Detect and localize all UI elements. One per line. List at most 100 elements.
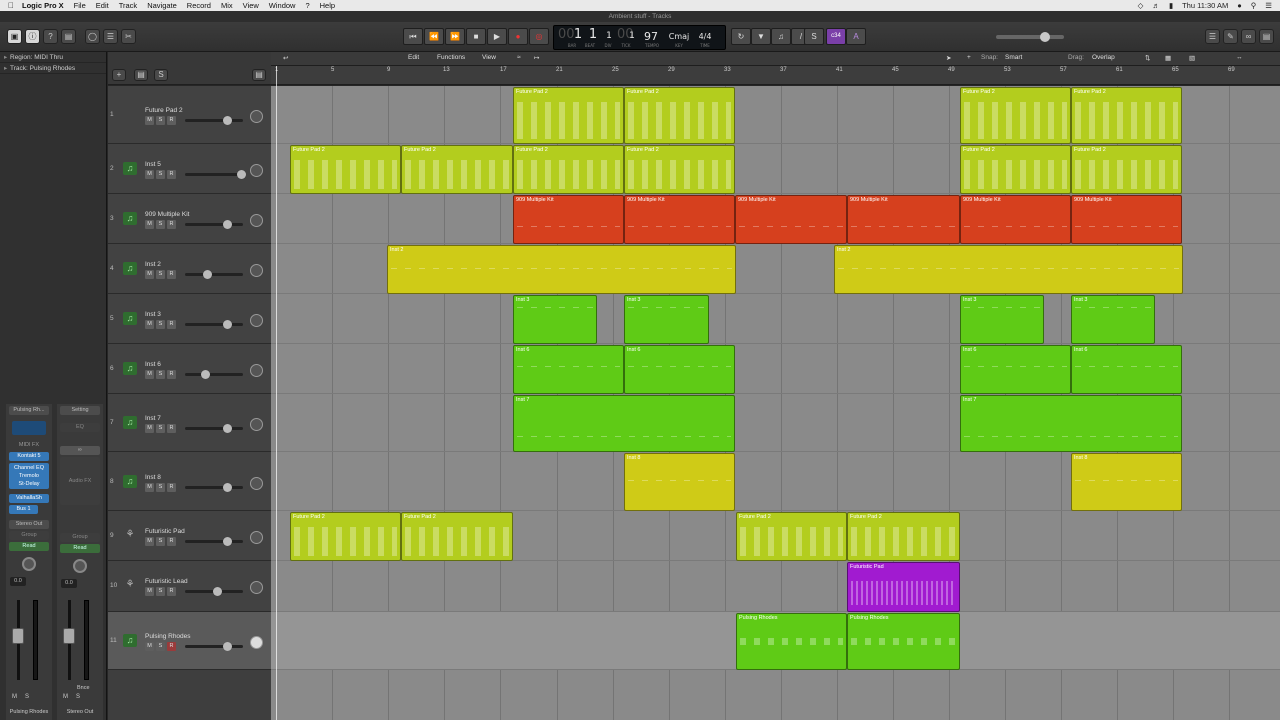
midi-region[interactable]: Inst 3: [513, 295, 597, 344]
track-volume-knob[interactable]: [223, 424, 232, 433]
track-pan-knob[interactable]: [250, 531, 263, 544]
track-volume-knob[interactable]: [223, 220, 232, 229]
midi-region[interactable]: Inst 6: [624, 345, 735, 394]
track-name[interactable]: Inst 7: [145, 415, 161, 422]
track-name[interactable]: Inst 3: [145, 311, 161, 318]
zoom-vertical-icon[interactable]: ▦: [1165, 54, 1171, 62]
fx-slot-1[interactable]: Channel EQ: [9, 464, 49, 472]
midi-region[interactable]: Inst 3: [1071, 295, 1155, 344]
midi-region[interactable]: 909 Multiple Kit: [624, 195, 735, 244]
midi-region[interactable]: Inst 7: [513, 395, 735, 452]
solo-button[interactable]: S: [156, 424, 165, 433]
solo-button[interactable]: S: [156, 270, 165, 279]
menu-edit[interactable]: Edit: [96, 1, 109, 10]
solo-button[interactable]: S: [156, 170, 165, 179]
solo-button[interactable]: S: [156, 537, 165, 546]
track-pan-knob[interactable]: [250, 214, 263, 227]
record-enable-button[interactable]: R: [167, 320, 176, 329]
bar-ruler[interactable]: 1 5 9 13 17 21 25 29 33 37 41 45 49 53 5…: [271, 66, 1280, 85]
group-slot[interactable]: Group: [9, 531, 49, 540]
track-volume-knob[interactable]: [223, 483, 232, 492]
mute-button[interactable]: M: [145, 116, 154, 125]
add-track-button[interactable]: +: [112, 69, 126, 81]
global-solo-button[interactable]: S: [154, 69, 168, 81]
output-setting-button[interactable]: Setting: [60, 406, 100, 415]
metronome-badge[interactable]: A: [846, 28, 866, 45]
mute-button[interactable]: M: [145, 320, 154, 329]
track-volume-slider[interactable]: [185, 483, 243, 492]
track-name[interactable]: Futuristic Lead: [145, 578, 188, 585]
track-volume-knob[interactable]: [237, 170, 246, 179]
mixer-icon[interactable]: ☰: [103, 29, 118, 44]
track-volume-knob[interactable]: [223, 116, 232, 125]
track-volume-slider[interactable]: [185, 537, 243, 546]
record-enable-button[interactable]: R: [167, 537, 176, 546]
track-name[interactable]: Inst 8: [145, 474, 161, 481]
functions-menu[interactable]: Functions: [437, 54, 465, 61]
track-pan-knob[interactable]: [250, 418, 263, 431]
fx-slot-2[interactable]: Tremolo: [9, 472, 49, 480]
track-name[interactable]: Inst 2: [145, 261, 161, 268]
track-name[interactable]: Inst 6: [145, 361, 161, 368]
midi-region[interactable]: Future Pad 2: [401, 145, 513, 194]
notepad-icon[interactable]: ✎: [1223, 29, 1238, 44]
cycle-button[interactable]: ↻: [731, 28, 751, 45]
automation-mode[interactable]: Read: [9, 542, 49, 551]
track-pan-knob[interactable]: [250, 581, 263, 594]
track-header-4[interactable]: 4 ♫ Inst 2 MSR: [108, 244, 271, 294]
track-pan-knob[interactable]: [250, 164, 263, 177]
volume-readout[interactable]: 0.0: [10, 577, 26, 586]
solo-button[interactable]: S: [156, 642, 165, 651]
zoom-horizontal-icon[interactable]: ▧: [1189, 54, 1195, 62]
track-pan-knob[interactable]: [250, 314, 263, 327]
list-editors-icon[interactable]: ☰: [1205, 29, 1220, 44]
replace-button[interactable]: ▼: [751, 28, 771, 45]
midi-region[interactable]: Future Pad 2: [290, 145, 401, 194]
record-enable-button[interactable]: R: [167, 220, 176, 229]
track-header-2[interactable]: 2 ♫ Inst 5 MSR: [108, 144, 271, 194]
inspector-icon[interactable]: ⓘ: [25, 29, 40, 44]
track-header-5[interactable]: 5 ♫ Inst 3 MSR: [108, 294, 271, 344]
track-volume-knob[interactable]: [203, 270, 212, 279]
count-in-badge[interactable]: c34: [826, 28, 846, 45]
track-volume-slider[interactable]: [185, 270, 243, 279]
strip-mute-button[interactable]: M: [12, 694, 17, 700]
track-volume-slider[interactable]: [185, 642, 243, 651]
back-icon[interactable]: ↩: [283, 54, 288, 62]
play-button[interactable]: ▶: [487, 28, 507, 45]
track-volume-knob[interactable]: [223, 537, 232, 546]
record-enable-button[interactable]: R: [167, 587, 176, 596]
menu-help[interactable]: Help: [320, 1, 335, 10]
midi-region[interactable]: Future Pad 2: [513, 87, 624, 144]
user-icon[interactable]: ●: [1237, 1, 1242, 10]
record-button[interactable]: ●: [508, 28, 528, 45]
midi-region[interactable]: Future Pad 2: [290, 512, 401, 561]
track-name[interactable]: Inst 5: [145, 161, 161, 168]
snap-dropdown[interactable]: Smart: [1005, 54, 1022, 61]
zoom-fit-icon[interactable]: ↔: [1236, 54, 1243, 61]
midi-region[interactable]: 909 Multiple Kit: [735, 195, 847, 244]
midi-region[interactable]: Inst 8: [1071, 453, 1182, 511]
midi-region[interactable]: 909 Multiple Kit: [847, 195, 960, 244]
lcd-display[interactable]: 00 1 1 1 00 1 97 Cmaj 4/4 BAR BEAT DIV T…: [553, 25, 726, 50]
track-name[interactable]: Futuristic Pad: [145, 528, 185, 535]
pencil-tool-icon[interactable]: +: [967, 54, 971, 61]
midi-region[interactable]: Inst 6: [513, 345, 624, 394]
track-name[interactable]: Pulsing Rhodes: [145, 633, 191, 640]
track-volume-slider[interactable]: [185, 320, 243, 329]
track-pan-knob[interactable]: [250, 364, 263, 377]
playhead[interactable]: [276, 66, 277, 720]
midi-region[interactable]: 909 Multiple Kit: [513, 195, 624, 244]
strip-solo-button[interactable]: S: [25, 694, 29, 700]
track-header-7[interactable]: 7 ♫ Inst 7 MSR: [108, 394, 271, 452]
quick-help-icon[interactable]: ?: [43, 29, 58, 44]
record-enable-button[interactable]: R: [167, 642, 176, 651]
midi-region[interactable]: Inst 2: [834, 245, 1183, 294]
track-header-3[interactable]: 3 ♫ 909 Multiple Kit MSR: [108, 194, 271, 244]
track-volume-slider[interactable]: [185, 220, 243, 229]
record-enable-button[interactable]: R: [167, 170, 176, 179]
menu-app-name[interactable]: Logic Pro X: [22, 1, 64, 10]
midi-region[interactable]: Future Pad 2: [624, 87, 735, 144]
bounce-button[interactable]: Bnce: [77, 685, 90, 691]
output-group-slot[interactable]: Group: [60, 533, 100, 542]
